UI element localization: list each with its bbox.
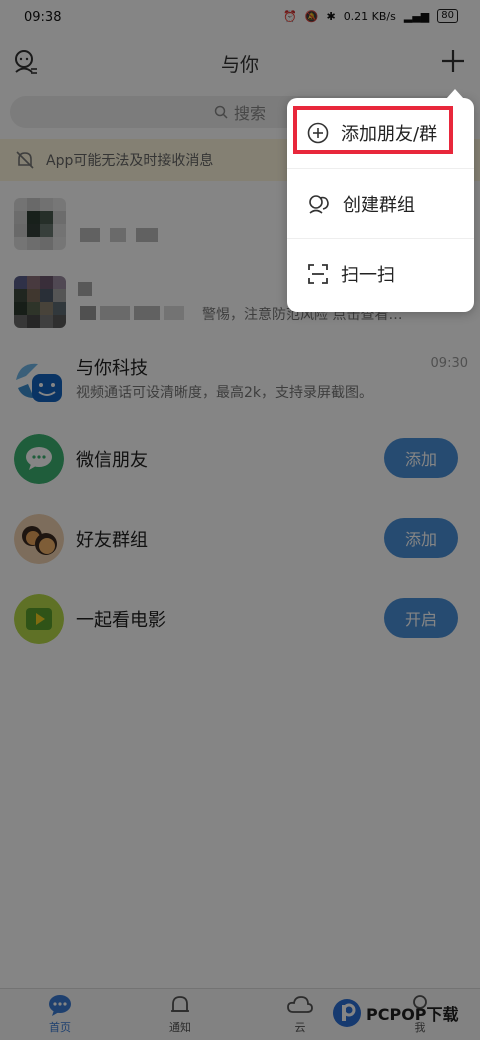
group-icon <box>309 194 329 214</box>
menu-item-label: 扫一扫 <box>341 264 395 286</box>
menu-item-scan[interactable]: 扫一扫 <box>287 238 474 308</box>
scan-icon <box>308 263 328 284</box>
menu-item-label: 创建群组 <box>343 194 415 216</box>
highlight-box <box>293 106 453 154</box>
menu-item-create-group[interactable]: 创建群组 <box>287 168 474 238</box>
